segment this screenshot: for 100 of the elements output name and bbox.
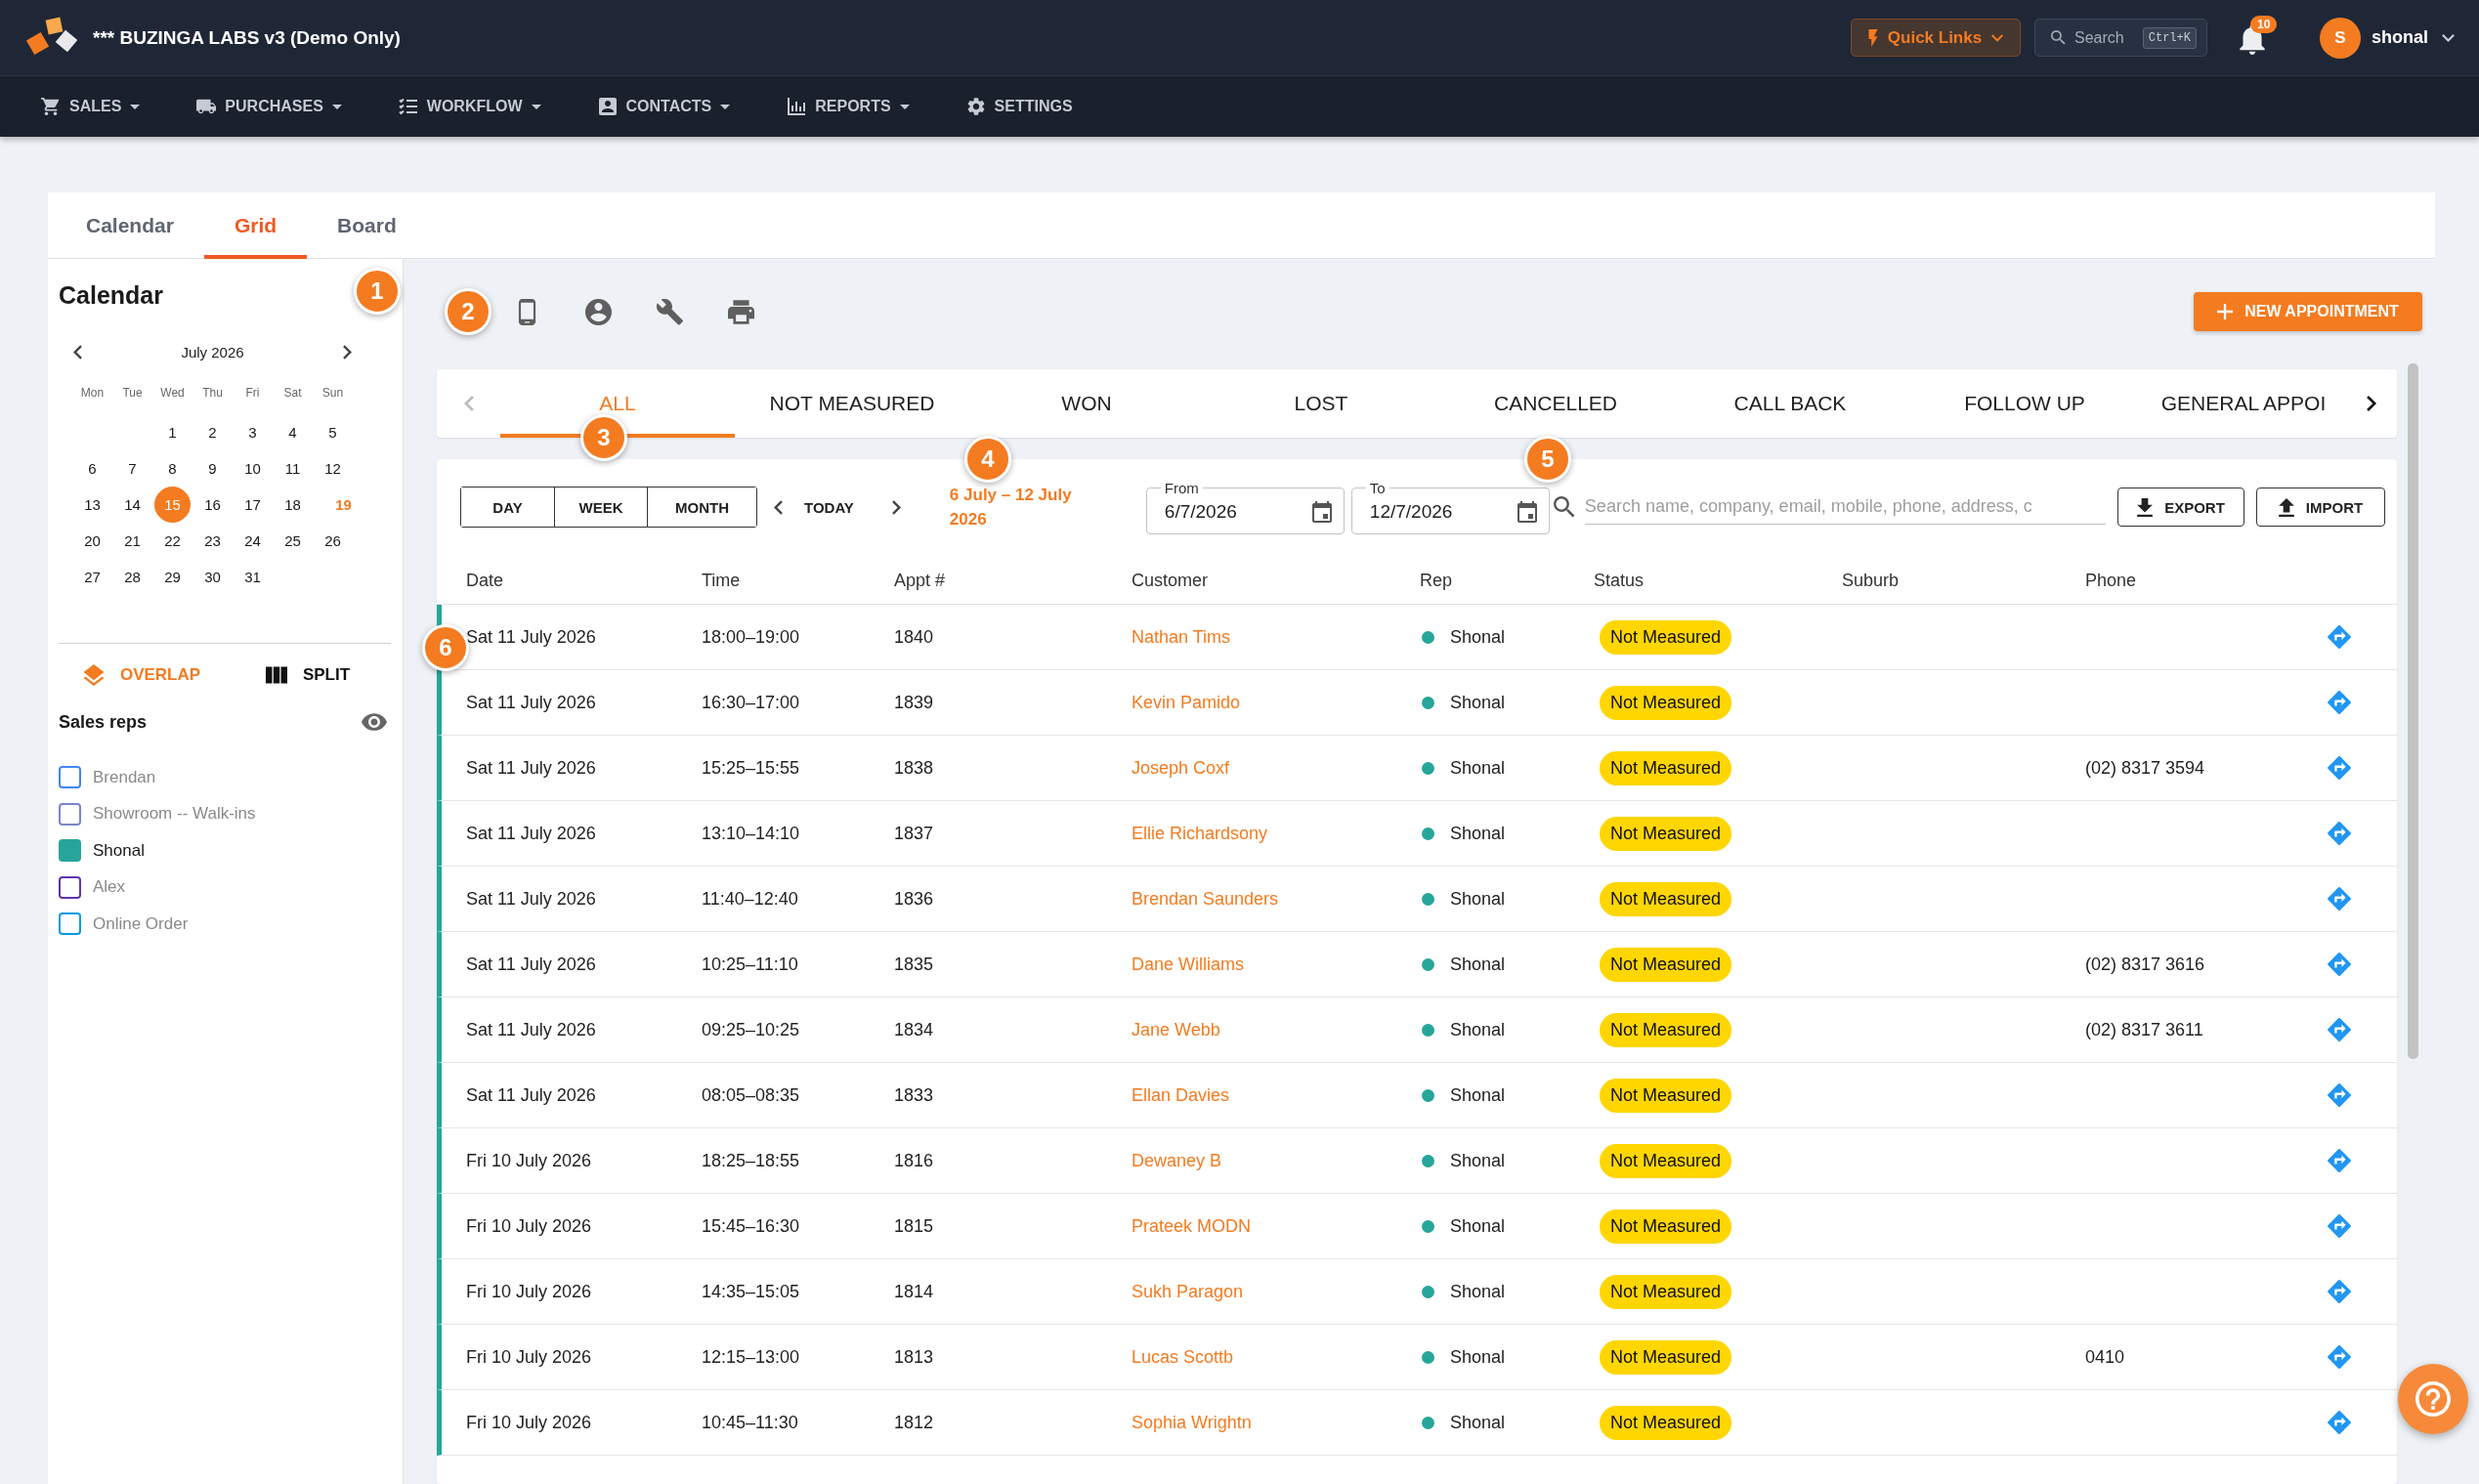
calendar-day[interactable]: 18 <box>275 487 311 523</box>
calendar-day[interactable]: 26 <box>315 523 351 559</box>
import-button[interactable]: IMPORT <box>2256 488 2385 527</box>
directions-icon[interactable] <box>2328 1280 2351 1303</box>
chevron-left-icon[interactable] <box>73 344 82 360</box>
calendar-day[interactable]: 21 <box>114 523 150 559</box>
calendar-day[interactable]: 9 <box>194 450 231 487</box>
status-tab[interactable]: LOST <box>1204 369 1438 438</box>
column-header: Date <box>466 570 505 591</box>
nav-menu-item[interactable]: SETTINGS <box>965 98 1073 115</box>
nav-menu-item[interactable]: PURCHASES <box>196 98 342 115</box>
calendar-day[interactable]: 31 <box>235 559 271 595</box>
directions-icon[interactable] <box>2328 1214 2351 1238</box>
table-cell-text: Fri 10 July 2026 <box>466 1346 593 1368</box>
calendar-day[interactable]: 13 <box>74 487 110 523</box>
quick-links-button[interactable]: Quick Links <box>1851 19 2021 57</box>
directions-icon[interactable] <box>2328 1411 2351 1434</box>
directions-icon[interactable] <box>2328 953 2351 976</box>
rep-checkbox[interactable] <box>59 839 81 863</box>
calendar-day[interactable]: 8 <box>154 450 191 487</box>
status-tab[interactable]: WON <box>969 369 1204 438</box>
eye-icon[interactable] <box>362 713 387 731</box>
step-marker: 2 <box>445 288 492 335</box>
directions-icon[interactable] <box>2328 1083 2351 1107</box>
nav-menu-item[interactable]: WORKFLOW <box>398 98 541 115</box>
view-tab[interactable]: Calendar <box>56 192 204 259</box>
calendar-day[interactable]: 25 <box>275 523 311 559</box>
calendar-day[interactable]: 23 <box>194 523 231 559</box>
directions-icon[interactable] <box>2328 691 2351 714</box>
rep-checkbox[interactable] <box>59 766 81 789</box>
column-header: Time <box>702 570 742 591</box>
calendar-day[interactable]: 30 <box>194 559 231 595</box>
layout-toggle[interactable]: SPLIT <box>265 664 351 686</box>
today-button[interactable]: TODAY <box>804 498 854 516</box>
directions-icon[interactable] <box>2328 1149 2351 1172</box>
search-button[interactable]: Search Ctrl+K <box>2034 19 2207 57</box>
help-button[interactable] <box>2398 1364 2468 1434</box>
calendar-day[interactable]: 29 <box>154 559 191 595</box>
scrollbar-thumb[interactable] <box>2408 363 2418 1059</box>
status-tab[interactable]: GENERAL APPOI <box>2142 369 2345 438</box>
calendar-day[interactable]: 20 <box>74 523 110 559</box>
calendar-day[interactable]: 2 <box>194 414 231 450</box>
calendar-day[interactable]: 14 <box>114 487 150 523</box>
directions-icon[interactable] <box>2328 756 2351 780</box>
chevron-down-icon[interactable] <box>2442 33 2455 42</box>
chevron-right-icon[interactable] <box>343 344 352 360</box>
calendar-day[interactable]: 16 <box>194 487 231 523</box>
chevron-right-icon[interactable] <box>2366 396 2376 411</box>
column-header: Appt # <box>894 570 947 591</box>
nav-menu-item[interactable]: SALES <box>41 98 141 115</box>
directions-icon[interactable] <box>2328 822 2351 845</box>
calendar-day[interactable]: 4 <box>275 414 311 450</box>
directions-icon[interactable] <box>2328 1018 2351 1041</box>
calendar-day[interactable]: 12 <box>315 450 351 487</box>
calendar-icon[interactable] <box>1517 501 1537 523</box>
rep-checkbox[interactable] <box>59 875 81 899</box>
directions-icon[interactable] <box>2328 1345 2351 1369</box>
status-tab[interactable]: NOT MEASURED <box>735 369 969 438</box>
rep-name: Shonal <box>1450 1215 1506 1237</box>
nav-menu-item[interactable]: REPORTS <box>787 98 910 115</box>
view-tab[interactable]: Board <box>307 192 427 259</box>
calendar-day[interactable]: 6 <box>74 450 110 487</box>
calendar-day[interactable]: 10 <box>235 450 271 487</box>
date-input[interactable]: 6/7/2026 <box>1164 501 1272 523</box>
table-cell-text: 15:25–15:55 <box>702 757 801 779</box>
status-tab[interactable]: CANCELLED <box>1438 369 1673 438</box>
status-tab[interactable]: FOLLOW UP <box>1907 369 2142 438</box>
directions-icon[interactable] <box>2328 625 2351 649</box>
wrench-icon[interactable] <box>657 298 683 325</box>
calendar-day[interactable]: 11 <box>275 450 311 487</box>
chevron-left-icon[interactable] <box>774 499 783 515</box>
printer-icon[interactable] <box>728 298 754 325</box>
calendar-title: Calendar <box>59 280 163 311</box>
calendar-day[interactable]: 1 <box>154 414 191 450</box>
calendar-icon[interactable] <box>1311 501 1332 523</box>
table-cell-text: Sat 11 July 2026 <box>466 888 597 910</box>
rep-checkbox[interactable] <box>59 912 81 936</box>
directions-icon[interactable] <box>2328 887 2351 911</box>
table-cell-text: 1816 <box>894 1150 935 1171</box>
calendar-day[interactable]: 5 <box>315 414 351 450</box>
nav-menu-item[interactable]: CONTACTS <box>597 98 731 115</box>
calendar-day[interactable]: 7 <box>114 450 150 487</box>
export-button[interactable]: EXPORT <box>2117 488 2244 527</box>
chevron-right-icon[interactable] <box>891 499 901 515</box>
calendar-day[interactable]: 3 <box>235 414 271 450</box>
range-option[interactable]: MONTH <box>647 488 756 527</box>
calendar-day[interactable]: 24 <box>235 523 271 559</box>
search-field[interactable]: Search name, company, email, mobile, phone, address, c <box>1584 489 2106 525</box>
table-cell-text: 11:40–12:40 <box>702 888 799 910</box>
rep-label: Alex <box>93 877 126 898</box>
weekday-label: Fri <box>244 386 261 400</box>
calendar-day[interactable]: 22 <box>154 523 191 559</box>
truck-icon <box>196 98 217 115</box>
calendar-day[interactable]: 28 <box>114 559 150 595</box>
calendar-day[interactable]: 17 <box>235 487 271 523</box>
status-tab[interactable]: CALL BACK <box>1673 369 1907 438</box>
rep-checkbox[interactable] <box>59 802 81 826</box>
table-cell-text: 1840 <box>894 626 935 648</box>
date-input[interactable]: 12/7/2026 <box>1369 501 1477 523</box>
calendar-day[interactable]: 27 <box>74 559 110 595</box>
